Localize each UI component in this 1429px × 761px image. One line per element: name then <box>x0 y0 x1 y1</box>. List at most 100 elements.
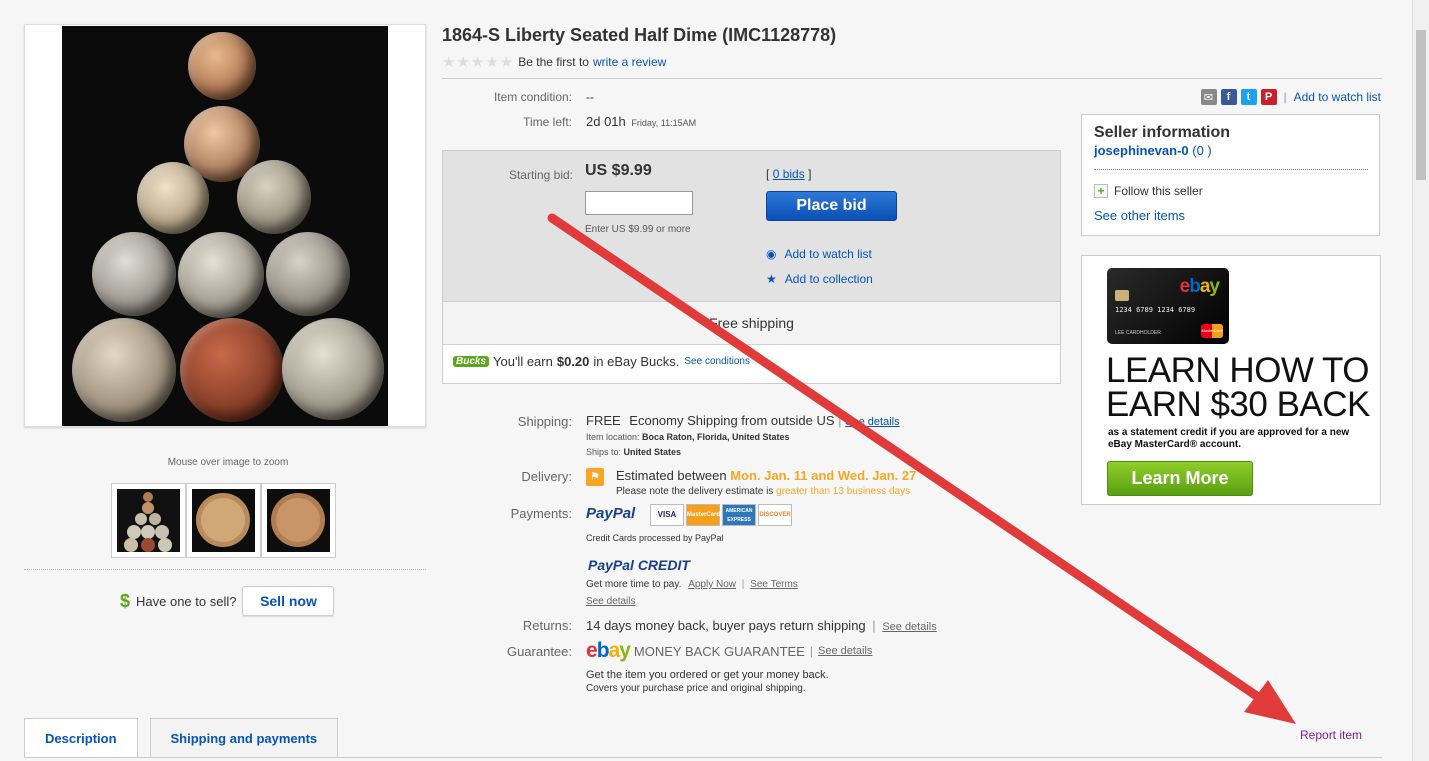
pinterest-icon[interactable]: P <box>1260 89 1277 105</box>
returns-sep: | <box>872 618 876 633</box>
delivery-note: Please note the delivery estimate is gre… <box>616 486 910 497</box>
condition-label: Item condition: <box>493 90 572 104</box>
time-left-detail: Friday, 11:15AM <box>631 118 697 128</box>
see-conditions-link[interactable]: See conditions <box>684 356 750 367</box>
plus-icon: + <box>1094 184 1108 198</box>
email-icon[interactable]: ✉ <box>1200 89 1217 105</box>
time-left-duration: 2d 01h <box>586 114 626 129</box>
guarantee-label: Guarantee: <box>506 644 572 659</box>
shipping-see-details-link[interactable]: See details <box>845 416 899 428</box>
card-number: 1234 6789 1234 6789 <box>1115 306 1196 314</box>
collection-row[interactable]: ★ Add to collection <box>766 272 873 286</box>
visa-icon: VISA <box>650 504 684 526</box>
item-location-value: Boca Raton, Florida, United States <box>642 432 790 442</box>
main-image-frame[interactable] <box>24 24 426 427</box>
watch-row[interactable]: ◉ Add to watch list <box>766 247 872 261</box>
item-location: Item location: Boca Raton, Florida, Unit… <box>586 432 790 442</box>
seller-name-row: josephinevan-0 (0 ) <box>1094 143 1212 158</box>
returns-see-details-link[interactable]: See details <box>882 621 936 633</box>
bid-count-link[interactable]: 0 bids <box>773 167 805 181</box>
sell-now-button[interactable]: Sell now <box>242 586 335 616</box>
coins-photo[interactable] <box>62 26 388 426</box>
ships-to-label: Ships to: <box>586 447 622 457</box>
share-separator: | <box>1283 90 1287 104</box>
follow-seller[interactable]: + Follow this seller <box>1094 184 1203 198</box>
see-terms-link[interactable]: See Terms <box>750 579 798 590</box>
shipping-free: FREE <box>586 413 621 428</box>
paypal-see-details-link[interactable]: See details <box>586 596 635 607</box>
delivery-label: Delivery: <box>521 469 572 484</box>
discover-icon: DISCOVER <box>758 504 792 526</box>
bid-count-close: ] <box>808 167 812 181</box>
sell-prompt: Have one to sell? <box>136 593 237 609</box>
zoom-hint: Mouse over image to zoom <box>167 457 289 468</box>
chip-icon <box>1115 290 1129 301</box>
add-to-collection-link[interactable]: Add to collection <box>785 272 873 286</box>
seller-divider <box>1094 169 1368 170</box>
amex-icon: AMERICAN EXPRESS <box>722 504 756 526</box>
time-left-label: Time left: <box>523 115 572 129</box>
tab-description[interactable]: Description <box>24 718 138 758</box>
guarantee-line-2: Covers your purchase price and original … <box>586 683 806 694</box>
rating-stars-icon: ★★★★★ <box>442 54 515 71</box>
star-icon: ★ <box>766 272 777 286</box>
seller-feedback-link[interactable]: (0 ) <box>1192 143 1212 158</box>
delivery-dates: Mon. Jan. 11 and Wed. Jan. 27 <box>730 468 917 483</box>
item-title: 1864-S Liberty Seated Half Dime (IMC1128… <box>442 25 837 45</box>
payments-label: Payments: <box>510 506 572 521</box>
time-left-value: 2d 01h Friday, 11:15AM <box>586 114 696 129</box>
ebay-logo: ebay <box>586 639 631 662</box>
bid-amount-input[interactable] <box>585 191 693 215</box>
returns-text: 14 days money back, buyer pays return sh… <box>586 618 866 633</box>
bid-hint: Enter US $9.99 or more <box>585 224 691 235</box>
delivery-estimate: Estimated between Mon. Jan. 11 and Wed. … <box>616 468 916 483</box>
mastercard-icon-small: MasterCard <box>1201 324 1223 338</box>
dollar-icon: $ <box>120 590 131 611</box>
title-divider <box>442 78 1382 79</box>
bucks-amount: $0.20 <box>556 354 590 369</box>
credit-card-image: ebay 1234 6789 1234 6789 LEE CARDHOLDER … <box>1107 268 1229 344</box>
add-to-watch-list-link[interactable]: Add to watch list <box>1294 90 1381 104</box>
scrollbar-thumb[interactable] <box>1416 30 1426 180</box>
facebook-icon[interactable]: f <box>1220 89 1237 105</box>
learn-more-button[interactable]: Learn More <box>1107 461 1253 496</box>
delivery-note-highlight: greater than 13 business days <box>776 486 911 497</box>
tab-divider <box>24 757 1382 758</box>
guarantee-line-1: Get the item you ordered or get your mon… <box>586 669 829 681</box>
starting-bid-price: US $9.99 <box>585 162 652 179</box>
see-other-items-link[interactable]: See other items <box>1094 208 1185 223</box>
bid-count-open: [ <box>766 167 770 181</box>
delivery-estimated-text: Estimated between <box>616 468 727 483</box>
follow-seller-label[interactable]: Follow this seller <box>1114 184 1203 198</box>
shipping-method: Economy Shipping from outside US <box>629 413 835 428</box>
bid-add-to-watch-list-link[interactable]: Add to watch list <box>784 247 871 261</box>
payments-sep: | <box>741 579 745 590</box>
guarantee-see-details-link[interactable]: See details <box>818 645 872 657</box>
tab-bar: Description Shipping and payments <box>24 718 350 758</box>
credit-cards-processed: Credit Cards processed by PayPal <box>586 533 724 543</box>
bucks-row: Bucks You'll earn $0.20 in eBay Bucks. S… <box>453 354 750 369</box>
tab-shipping-and-payments[interactable]: Shipping and payments <box>149 718 339 758</box>
thumbnail-2[interactable] <box>186 483 261 558</box>
apply-now-link[interactable]: Apply Now <box>688 579 736 590</box>
place-bid-button[interactable]: Place bid <box>766 191 897 221</box>
seller-name-link[interactable]: josephinevan-0 <box>1094 143 1189 158</box>
thumbnail-3[interactable] <box>261 483 336 558</box>
seller-heading: Seller information <box>1094 124 1231 141</box>
starting-bid-label: Starting bid: <box>508 168 573 182</box>
bucks-icon: Bucks <box>453 356 490 367</box>
bid-area: Starting bid: US $9.99 [ 0 bids ] Enter … <box>443 151 1060 301</box>
report-item-link[interactable]: Report item <box>1300 728 1362 742</box>
eye-icon: ◉ <box>766 247 777 261</box>
guarantee-sep: | <box>809 644 813 658</box>
twitter-icon[interactable]: t <box>1240 89 1257 105</box>
thumbnail-1[interactable] <box>111 483 186 558</box>
ad-headline-1: LEARN HOW TO <box>1106 351 1370 390</box>
guarantee-text: MONEY BACK GUARANTEE <box>633 643 805 659</box>
ships-to: Ships to: United States <box>586 447 681 457</box>
mastercard-ad[interactable]: ebay 1234 6789 1234 6789 LEE CARDHOLDER … <box>1081 255 1381 505</box>
bucks-pre: You'll earn <box>493 354 553 369</box>
ad-headline: LEARN HOW TO EARN $30 BACK <box>1106 351 1370 422</box>
scrollbar[interactable] <box>1412 0 1429 761</box>
write-review-link[interactable]: write a review <box>593 55 666 69</box>
